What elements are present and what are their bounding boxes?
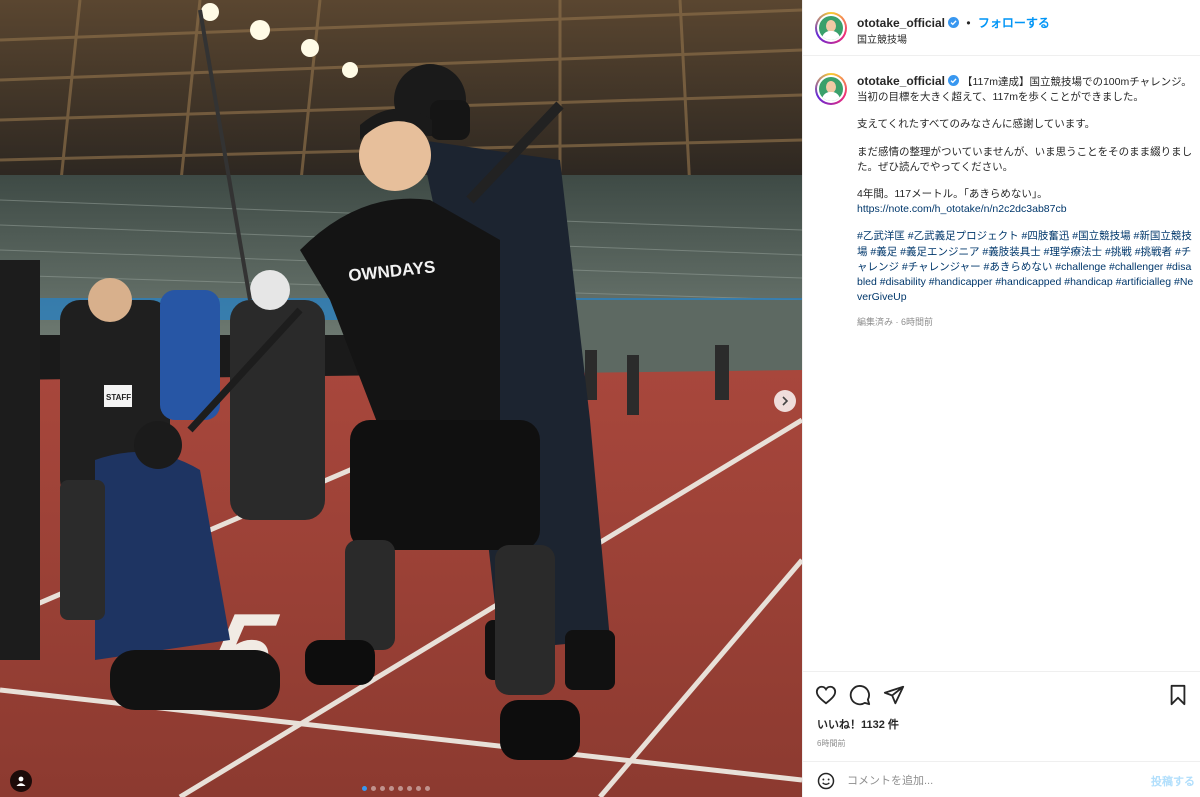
comment-icon (849, 685, 871, 706)
carousel-dot (398, 786, 403, 791)
tagged-users-button[interactable] (10, 770, 32, 792)
carousel-dot (425, 786, 430, 791)
username-link[interactable]: ototake_official (857, 16, 945, 30)
caption-meta: 編集済み · 6時間前 (857, 317, 934, 328)
next-image-button[interactable] (774, 390, 796, 412)
heart-icon (815, 685, 837, 705)
bookmark-icon (1170, 684, 1186, 706)
avatar[interactable] (815, 12, 847, 44)
comment-bar: 投稿する (803, 761, 1200, 797)
save-button[interactable] (1167, 684, 1189, 706)
likes-count[interactable]: いいね！1132 件 (817, 716, 899, 732)
hashtag-list[interactable]: #乙武洋匡 #乙武義足プロジェクト #四肢奮迅 #国立競技場 #新国立競技場 #… (857, 229, 1195, 305)
post-actions: いいね！1132 件 6時間前 投稿する (803, 671, 1200, 791)
caption-text-4: 4年間。117メートル。「あきらめない」。 (857, 188, 1048, 201)
person-icon (16, 776, 26, 786)
send-icon (883, 685, 905, 705)
location-link[interactable]: 国立競技場 (857, 31, 907, 46)
action-icons (815, 684, 905, 706)
emoji-icon[interactable] (817, 772, 835, 790)
carousel-dot (416, 786, 421, 791)
post-side-panel: ototake_official • フォローする 国立競技場 ototake_… (802, 0, 1200, 797)
post-comment-button[interactable]: 投稿する (1151, 773, 1195, 789)
header-name-row: ototake_official • フォローする (857, 14, 1050, 31)
separator-dot: • (966, 16, 971, 30)
carousel-dot (362, 786, 367, 791)
comment-button[interactable] (849, 684, 871, 706)
carousel-indicator (362, 786, 430, 791)
comment-input[interactable] (847, 771, 1137, 791)
chevron-right-icon (782, 396, 789, 406)
verified-badge-icon (948, 17, 960, 28)
staff-badge: STAFF (106, 393, 131, 402)
carousel-dot (389, 786, 394, 791)
post-timestamp[interactable]: 6時間前 (817, 738, 845, 749)
carousel-dot (380, 786, 385, 791)
note-link[interactable]: https://note.com/h_ototake/n/n2c2dc3ab87… (857, 203, 1067, 215)
carousel-dot (407, 786, 412, 791)
caption-text-2: 支えてくれたすべてのみなさんに感謝しています。 (857, 118, 1096, 131)
post-photo[interactable]: 5 STAFF OWNDAYS (0, 0, 802, 797)
caption-area: ototake_official 【117m達成】国立競技場での100mチャレン… (803, 56, 1200, 671)
like-button[interactable] (815, 684, 837, 706)
caption-avatar[interactable] (815, 73, 847, 105)
share-button[interactable] (883, 684, 905, 706)
caption-text-3: まだ感情の整理がついていませんが、いま思うことをそのまま綴りました。ぜひ読んでや… (857, 145, 1193, 173)
verified-badge-icon (948, 75, 960, 86)
stadium-photo: 5 STAFF OWNDAYS (0, 0, 802, 797)
carousel-dot (371, 786, 376, 791)
follow-button[interactable]: フォローする (978, 16, 1050, 30)
caption-body: ototake_official 【117m達成】国立競技場での100mチャレン… (857, 74, 1195, 331)
post-header: ototake_official • フォローする 国立競技場 (803, 0, 1200, 56)
caption-username-link[interactable]: ototake_official (857, 74, 945, 88)
